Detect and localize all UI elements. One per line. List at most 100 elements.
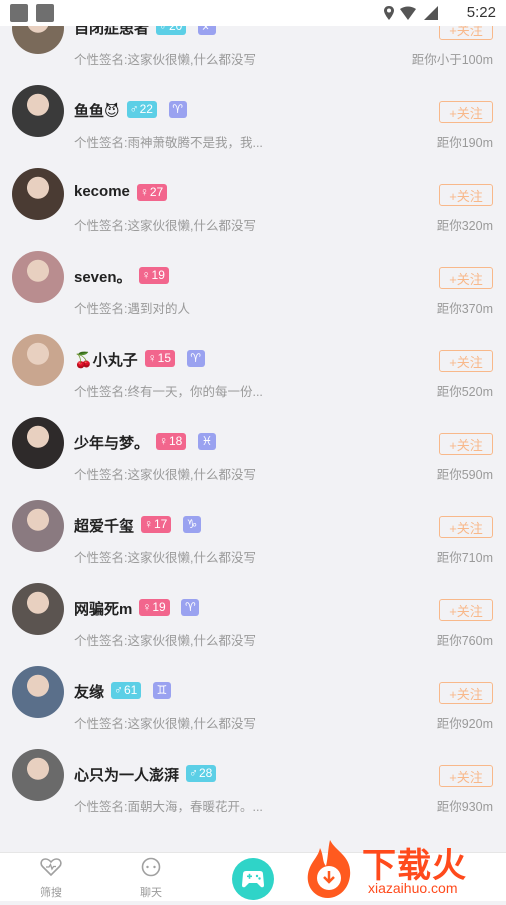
follow-button[interactable]: +关注 [439,101,493,123]
distance-text: 距你710m [436,551,493,565]
user-row[interactable]: 友缘 ♂61 ♊ 个性签名:这家伙很懒,什么都没写 +关注距你920m [0,655,506,738]
signal-icon [424,6,438,20]
gender-age-badge: ♂61 [111,682,142,699]
user-row[interactable]: 🍒小丸子 ♀15 ♈ 个性签名:终有一天，你的每一份... +关注距你520m [0,323,506,406]
fire-logo-icon [307,840,351,898]
distance-text: 距你590m [436,468,493,482]
zodiac-icon: ♓ [198,433,216,450]
zodiac-icon: ♈ [186,350,205,367]
heart-icon [40,858,62,877]
gender-age-badge: ♀27 [136,184,168,201]
avatar[interactable] [12,334,64,386]
follow-button[interactable]: +关注 [439,350,493,372]
user-row[interactable]: seven。 ♀19 个性签名:遇到对的人 +关注距你370m [0,240,506,323]
female-icon: ♀ [141,268,151,282]
user-row[interactable]: kecome ♀27 个性签名:这家伙很懒,什么都没写 +关注 距你320m [0,157,506,240]
distance-text: 距你920m [436,717,493,731]
status-icons [384,6,438,20]
gender-age-badge: ♀15 [144,350,176,367]
signature-text: 个性签名:终有一天，你的每一份... [74,385,263,399]
distance-text: 距你小于100m [411,53,493,67]
signature-text: 个性签名:这家伙很懒,什么都没写 [74,219,256,233]
avatar[interactable] [12,749,64,801]
chat-icon [141,857,161,877]
tab-search[interactable]: 筛搜 [21,857,81,900]
user-row[interactable]: 超爱千玺 ♀17 ♑ 个性签名:这家伙很懒,什么都没写 +关注距你710m [0,489,506,572]
female-icon: ♀ [144,517,153,531]
tab-label: 筛搜 [40,887,62,899]
nickname: 超爱千玺 [74,518,135,535]
signature-text: 个性签名:遇到对的人 [74,302,190,316]
nickname: 网骗死m [74,601,133,618]
signature-text: 个性签名:这家伙很懒,什么都没写 [74,717,256,731]
follow-button[interactable]: +关注 [439,267,493,289]
male-icon: ♂ [114,683,123,697]
user-row[interactable]: 鱼鱼😈 ♂22 ♈ 个性签名:雨神萧敬腾不是我，我... +关注 距你190m [0,74,506,157]
gender-age-badge: ♀19 [139,599,170,616]
age-text: 18 [169,434,183,448]
gender-age-badge: ♀17 [141,516,172,533]
female-icon: ♀ [142,600,152,614]
female-icon: ♀ [139,185,149,199]
follow-button[interactable]: +关注 [439,433,493,455]
watermark-logo: 下载火 xiazaihuo.com [298,836,506,900]
distance-text: 距你930m [436,800,493,814]
female-icon: ♀ [159,434,168,448]
zodiac-icon: ♊ [153,682,171,699]
signature-text: 个性签名:这家伙很懒,什么都没写 [74,53,256,67]
notification-icon [10,4,28,22]
tab-label: 聊天 [140,887,162,899]
location-icon [384,6,394,20]
status-time: 5:22 [466,4,496,21]
zodiac-icon: ♈ [181,599,200,616]
follow-button[interactable]: +关注 [439,765,493,787]
game-button[interactable] [232,858,274,900]
wifi-icon [400,6,416,20]
nickname: 鱼鱼😈 [74,103,120,120]
age-text: 27 [149,185,164,199]
avatar[interactable] [12,583,64,635]
avatar[interactable] [12,251,64,303]
avatar[interactable] [12,500,64,552]
signature-text: 个性签名:这家伙很懒,什么都没写 [74,551,256,565]
zodiac-icon: ♈ [168,101,187,118]
distance-text: 距你320m [436,219,493,233]
gender-age-badge: ♀18 [156,433,187,450]
avatar[interactable] [12,666,64,718]
avatar[interactable] [12,417,64,469]
signature-text: 个性签名:这家伙很懒,什么都没写 [74,634,256,648]
avatar[interactable] [12,85,64,137]
signature-text: 个性签名:这家伙很懒,什么都没写 [74,468,256,482]
distance-text: 距你760m [436,634,493,648]
zodiac-icon: ♑ [183,516,201,533]
signature-text: 个性签名:面朝大海，春暖花开。... [74,800,263,814]
nickname: 心只为一人澎湃 [74,767,180,784]
distance-text: 距你370m [436,302,493,316]
avatar[interactable] [12,168,64,220]
follow-button[interactable]: +关注 [439,682,493,704]
distance-text: 距你190m [436,136,493,150]
follow-button[interactable]: +关注 [439,599,493,621]
nickname: 友缘 [74,684,105,701]
distance-text: 距你520m [436,385,493,399]
gamepad-icon [242,871,264,888]
female-icon: ♀ [147,351,157,365]
watermark-url: xiazaihuo.com [368,880,458,896]
gender-age-badge: ♂22 [126,101,157,118]
nickname: seven。 [74,269,132,286]
nickname: 🍒小丸子 [74,352,138,369]
status-bar: 5:22 [0,0,506,26]
notification-icon [36,4,54,22]
user-row[interactable]: 网骗死m ♀19 ♈ 个性签名:这家伙很懒,什么都没写 +关注距你760m [0,572,506,655]
age-text: 17 [154,517,168,531]
user-row[interactable]: 心只为一人澎湃 ♂28 个性签名:面朝大海，春暖花开。... +关注距你930m [0,738,506,821]
user-row[interactable]: 少年与梦。 ♀18 ♓ 个性签名:这家伙很懒,什么都没写 +关注 距你590m [0,406,506,489]
follow-button[interactable]: +关注 [439,516,493,538]
age-text: 22 [139,102,153,116]
age-text: 61 [124,683,138,697]
gender-age-badge: ♀19 [138,267,169,284]
tab-chat[interactable]: 聊天 [121,857,181,900]
follow-button[interactable]: +关注 [439,184,493,206]
age-text: 28 [199,766,213,780]
gender-age-badge: ♂28 [186,765,217,782]
